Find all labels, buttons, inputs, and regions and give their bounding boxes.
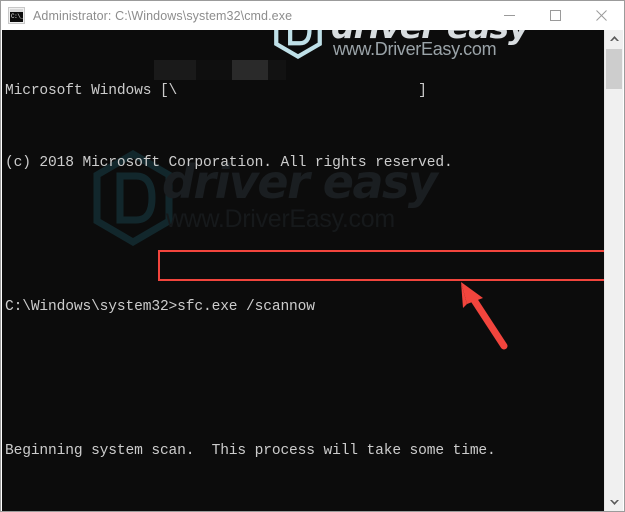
maximize-button[interactable]	[532, 1, 578, 30]
redacted-version-blocks	[154, 60, 286, 80]
maximize-icon	[549, 10, 561, 21]
window-title: Administrator: C:\Windows\system32\cmd.e…	[33, 8, 293, 23]
minimize-button[interactable]	[486, 1, 532, 30]
scroll-down-button[interactable]	[605, 493, 623, 511]
window-controls	[486, 1, 624, 30]
console-line: Microsoft Windows [\ ]	[5, 83, 427, 99]
redaction-block	[154, 60, 196, 80]
cmd-icon[interactable]: C:\_	[8, 7, 25, 24]
redaction-block	[196, 60, 232, 80]
close-button[interactable]	[578, 1, 624, 30]
console-line: Beginning system scan. This process will…	[5, 443, 496, 459]
redaction-block	[232, 60, 268, 80]
console-line: (c) 2018 Microsoft Corporation. All righ…	[5, 155, 453, 171]
chevron-up-icon	[609, 36, 619, 41]
scroll-up-button[interactable]	[605, 30, 623, 48]
chevron-down-icon	[609, 500, 619, 505]
command-highlight-box	[158, 250, 606, 281]
red-arrow-annotation	[461, 282, 508, 350]
scrollbar-track[interactable]	[605, 48, 623, 493]
close-icon	[595, 10, 607, 21]
vertical-scrollbar[interactable]	[604, 30, 623, 511]
minimize-icon	[503, 15, 515, 16]
console-output-area[interactable]: Microsoft Windows [\ ] (c) 2018 Microsof…	[2, 30, 606, 511]
scrollbar-thumb[interactable]	[606, 49, 622, 89]
cmd-window: C:\_ Administrator: C:\Windows\system32\…	[0, 0, 625, 512]
redaction-block	[268, 60, 286, 80]
title-bar[interactable]: C:\_ Administrator: C:\Windows\system32\…	[1, 1, 624, 30]
cmd-icon-glyph: C:\_	[10, 9, 24, 22]
